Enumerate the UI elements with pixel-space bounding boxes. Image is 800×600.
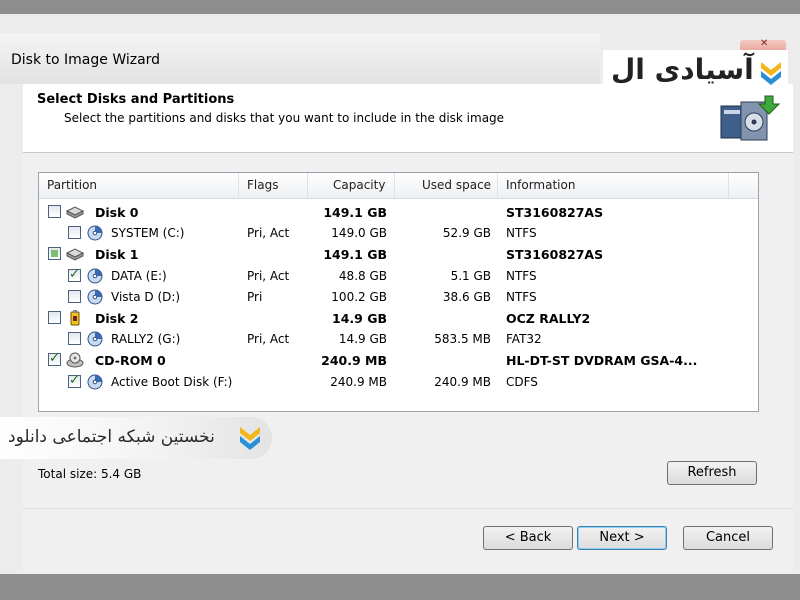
- row-capacity: 100.2 GB: [331, 289, 387, 304]
- row-information: OCZ RALLY2: [506, 311, 591, 326]
- logo-chevron-icon: [761, 62, 781, 85]
- row-capacity: 240.9 MB: [321, 353, 387, 369]
- partition-list[interactable]: Partition Flags Capacity Used space Info…: [38, 172, 759, 412]
- row-capacity: 240.9 MB: [330, 374, 387, 389]
- hard-disk-icon: [65, 204, 85, 220]
- column-information-header[interactable]: Information: [506, 178, 575, 192]
- cd-rom-icon: [66, 352, 84, 368]
- row-partition-name: DATA (E:): [111, 268, 167, 283]
- row-capacity: 149.1 GB: [323, 247, 387, 263]
- row-information: NTFS: [506, 268, 537, 283]
- row-used-space: 5.1 GB: [450, 268, 491, 283]
- partition-icon: [86, 289, 104, 305]
- table-row[interactable]: Active Boot Disk (F:) 240.9 MB 240.9 MB CDF…: [39, 372, 758, 393]
- partition-icon: [86, 225, 104, 241]
- window-title: Disk to Image Wizard: [11, 52, 161, 68]
- row-flags: Pri, Act: [247, 332, 290, 347]
- row-capacity: 48.8 GB: [338, 268, 387, 283]
- column-used-header[interactable]: Used space: [422, 178, 491, 192]
- row-checkbox[interactable]: [68, 289, 81, 303]
- watermark-text: نخستین شبکه اجتماعی دانلود: [8, 427, 215, 447]
- column-divider[interactable]: [497, 173, 498, 198]
- row-checkbox[interactable]: [48, 205, 61, 218]
- usb-drive-icon: [66, 310, 84, 326]
- row-used-space: 38.6 GB: [442, 289, 491, 304]
- table-row[interactable]: Disk 0 149.1 GB ST3160827AS: [39, 202, 758, 223]
- table-row[interactable]: RALLY2 (G:) Pri, Act 14.9 GB 583.5 MB FAT32: [39, 329, 758, 350]
- site-logo-text: آسیادی ال: [611, 53, 754, 86]
- row-used-space: 52.9 GB: [442, 226, 491, 241]
- row-information: FAT32: [506, 332, 542, 347]
- row-partition-name: Vista D (D:): [111, 289, 181, 304]
- row-partition-name: Active Boot Disk (F:): [111, 374, 233, 389]
- row-information: CDFS: [506, 374, 538, 389]
- row-partition-name: Disk 2: [95, 311, 139, 326]
- column-flags-header[interactable]: Flags: [247, 178, 278, 192]
- top-background-band: [0, 0, 800, 14]
- row-checkbox[interactable]: [68, 267, 81, 282]
- column-capacity-header[interactable]: Capacity: [333, 178, 385, 192]
- row-used-space: 240.9 MB: [434, 374, 491, 389]
- row-information: NTFS: [506, 289, 537, 304]
- row-partition-name: SYSTEM (C:): [111, 226, 185, 241]
- column-divider[interactable]: [728, 173, 729, 198]
- row-partition-name: Disk 1: [95, 247, 139, 263]
- row-flags: Pri, Act: [247, 268, 290, 283]
- site-logo: آسیادی ال: [603, 50, 788, 94]
- footer-divider: [23, 508, 793, 509]
- list-header: Partition Flags Capacity Used space Info…: [39, 173, 758, 199]
- row-capacity: 14.9 GB: [332, 311, 387, 326]
- row-information: NTFS: [506, 226, 537, 241]
- row-checkbox[interactable]: [68, 332, 81, 346]
- column-divider[interactable]: [394, 173, 395, 198]
- total-size-label: Total size: 5.4 GB: [38, 467, 142, 481]
- table-row[interactable]: DATA (E:) Pri, Act 48.8 GB 5.1 GB NTFS: [39, 266, 758, 287]
- row-checkbox[interactable]: [68, 373, 81, 388]
- next-button[interactable]: Next >: [577, 526, 667, 550]
- table-row[interactable]: Vista D (D:) Pri 100.2 GB 38.6 GB NTFS: [39, 287, 758, 308]
- row-capacity: 14.9 GB: [338, 332, 387, 347]
- close-icon: ✕: [760, 38, 769, 49]
- row-used-space: 583.5 MB: [434, 332, 491, 347]
- back-button[interactable]: < Back: [483, 526, 573, 550]
- row-checkbox[interactable]: [48, 351, 61, 367]
- row-checkbox[interactable]: [48, 247, 61, 261]
- column-partition-header[interactable]: Partition: [47, 178, 97, 192]
- partition-icon: [86, 331, 104, 347]
- column-divider[interactable]: [238, 173, 239, 198]
- column-divider[interactable]: [307, 173, 308, 198]
- bottom-background-band: [0, 574, 800, 600]
- table-row[interactable]: Disk 1 149.1 GB ST3160827AS: [39, 244, 758, 265]
- header-divider: [23, 152, 793, 153]
- page-title: Select Disks and Partitions: [37, 92, 235, 107]
- row-capacity: 149.1 GB: [323, 205, 387, 220]
- row-partition-name: RALLY2 (G:): [111, 332, 181, 347]
- row-partition-name: Disk 0: [95, 205, 139, 220]
- table-row[interactable]: CD-ROM 0 240.9 MB HL-DT-ST DVDRAM GSA-4...: [39, 350, 758, 371]
- row-flags: Pri, Act: [247, 226, 290, 241]
- row-checkbox[interactable]: [48, 311, 61, 324]
- table-row[interactable]: Disk 2 14.9 GB OCZ RALLY2: [39, 308, 758, 329]
- cancel-button[interactable]: Cancel: [683, 526, 773, 550]
- watermark-chevron-icon: [240, 427, 260, 450]
- row-information: HL-DT-ST DVDRAM GSA-4...: [506, 353, 698, 369]
- row-flags: Pri: [247, 289, 263, 304]
- row-capacity: 149.0 GB: [331, 226, 387, 241]
- row-information: ST3160827AS: [506, 205, 604, 220]
- partition-icon: [86, 374, 104, 390]
- hard-disk-icon: [65, 246, 85, 262]
- table-row[interactable]: SYSTEM (C:) Pri, Act 149.0 GB 52.9 GB NTFS: [39, 223, 758, 244]
- row-information: ST3160827AS: [506, 247, 604, 263]
- refresh-button[interactable]: Refresh: [667, 461, 757, 485]
- row-partition-name: CD-ROM 0: [95, 353, 166, 369]
- disk-image-wizard-icon: [720, 95, 781, 141]
- partition-icon: [86, 268, 104, 284]
- page-subtitle: Select the partitions and disks that you…: [64, 111, 505, 125]
- watermark-banner: نخستین شبکه اجتماعی دانلود: [0, 417, 272, 459]
- row-checkbox[interactable]: [68, 226, 81, 240]
